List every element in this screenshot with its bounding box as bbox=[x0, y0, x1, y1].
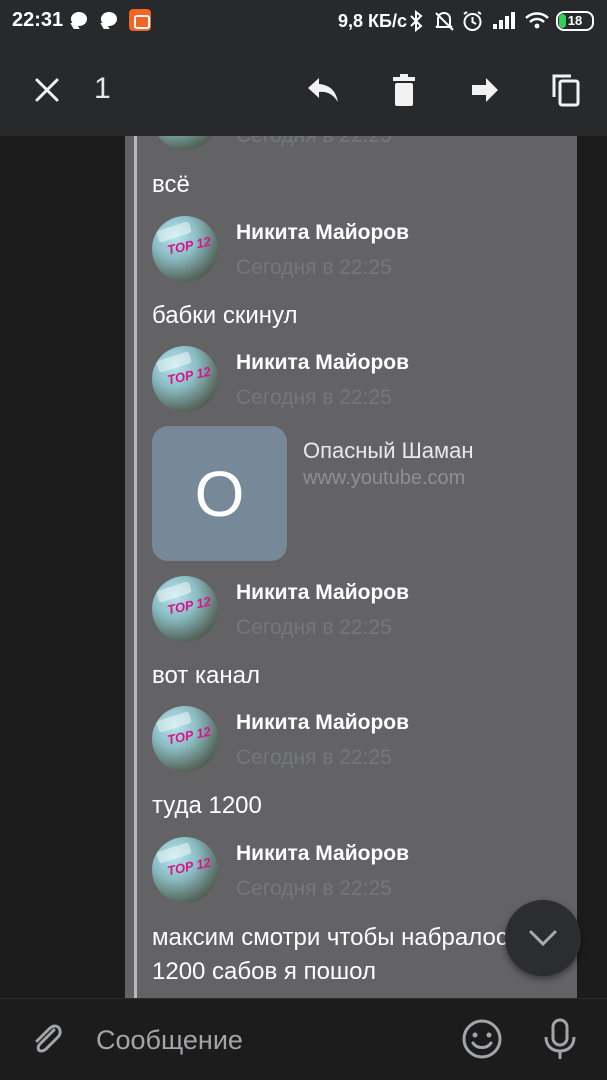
chat-notification-icon bbox=[71, 12, 87, 26]
status-time: 22:31 bbox=[12, 9, 64, 31]
bluetooth-icon bbox=[410, 10, 423, 32]
link-thumbnail[interactable]: O bbox=[152, 426, 287, 561]
status-bar: 22:31 9,8 КБ/с 18 bbox=[0, 0, 607, 42]
message-text: бабки скинул bbox=[152, 302, 298, 329]
attach-button[interactable] bbox=[25, 1017, 69, 1061]
message-time: Сегодня в 22:25 bbox=[236, 877, 392, 900]
avatar[interactable]: TOP 12 bbox=[152, 346, 218, 412]
close-selection-button[interactable] bbox=[23, 66, 71, 114]
battery-indicator: 18 bbox=[556, 11, 594, 31]
silent-bell-icon bbox=[435, 11, 454, 31]
reply-button[interactable] bbox=[299, 66, 347, 114]
forward-button[interactable] bbox=[461, 66, 509, 114]
avatar[interactable]: TOP 12 bbox=[152, 216, 218, 282]
message-notification-icon bbox=[101, 12, 117, 26]
microphone-icon bbox=[544, 1018, 576, 1059]
reply-icon bbox=[308, 78, 338, 102]
message-time: Сегодня в 22:25 bbox=[236, 746, 392, 769]
close-icon bbox=[35, 78, 59, 102]
scroll-to-bottom-button[interactable] bbox=[505, 900, 581, 976]
copy-button[interactable] bbox=[542, 66, 590, 114]
sender-name[interactable]: Никита Майоров bbox=[236, 711, 409, 735]
link-url[interactable]: www.youtube.com bbox=[303, 467, 465, 490]
message-list[interactable]: TOP 12 Сегодня в 22:25 всё TOP 12 Никита… bbox=[0, 136, 607, 998]
messenger-screen: 22:31 9,8 КБ/с 18 1 всё TOP 12 Никита Ма… bbox=[0, 0, 607, 1080]
message-text: туда 1200 bbox=[152, 792, 262, 819]
avatar[interactable]: TOP 12 bbox=[152, 837, 218, 903]
message-time: Сегодня в 22:25 bbox=[236, 136, 392, 148]
wifi-icon bbox=[525, 12, 549, 29]
smile-icon bbox=[462, 1019, 502, 1059]
avatar[interactable]: TOP 12 bbox=[152, 576, 218, 642]
avatar[interactable]: TOP 12 bbox=[152, 706, 218, 772]
sender-name[interactable]: Никита Майоров bbox=[236, 351, 409, 375]
selected-count: 1 bbox=[94, 72, 111, 105]
delete-icon bbox=[393, 74, 415, 106]
sender-name[interactable]: Никита Майоров bbox=[236, 842, 409, 866]
message-time: Сегодня в 22:25 bbox=[236, 616, 392, 639]
emoji-button[interactable] bbox=[460, 1017, 504, 1061]
network-speed: 9,8 КБ/с bbox=[338, 11, 407, 31]
paperclip-icon bbox=[35, 1024, 62, 1053]
alarm-icon bbox=[463, 11, 482, 31]
sender-name[interactable]: Никита Майоров bbox=[236, 221, 409, 245]
selection-marker bbox=[134, 136, 137, 998]
voice-message-button[interactable] bbox=[538, 1017, 582, 1061]
message-time: Сегодня в 22:25 bbox=[236, 256, 392, 279]
signal-icon bbox=[493, 12, 515, 29]
forward-icon bbox=[472, 78, 498, 102]
message-text: всё bbox=[152, 171, 190, 198]
delete-button[interactable] bbox=[380, 66, 428, 114]
message-time: Сегодня в 22:25 bbox=[236, 386, 392, 409]
copy-icon bbox=[552, 74, 580, 107]
app-notification-icon bbox=[129, 9, 151, 31]
chevron-down-icon bbox=[529, 930, 557, 947]
link-title[interactable]: Опасный Шаман bbox=[303, 438, 474, 464]
battery-level: 18 bbox=[567, 13, 583, 28]
selection-toolbar: 1 bbox=[0, 42, 607, 136]
message-input[interactable] bbox=[82, 1013, 442, 1067]
message-text: вот канал bbox=[152, 662, 260, 689]
sender-name[interactable]: Никита Майоров bbox=[236, 581, 409, 605]
message-composer bbox=[0, 998, 607, 1080]
